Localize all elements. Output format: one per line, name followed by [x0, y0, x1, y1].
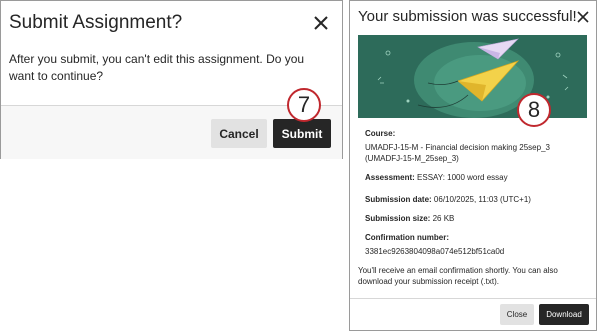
- course-label: Course:: [365, 129, 396, 138]
- submission-size-value: 26 KB: [432, 214, 455, 223]
- confirmation-value: 3381ec9263804098a074e512bf51ca0d: [365, 247, 505, 256]
- submission-success-dialog: Your submission was successful! Course: …: [349, 0, 597, 331]
- confirmation-label: Confirmation number:: [365, 233, 449, 242]
- submission-date-label: Submission date:: [365, 195, 432, 204]
- dialog-title: Submit Assignment?: [9, 12, 183, 33]
- step-callout-8: 8: [517, 93, 551, 127]
- paper-planes-illustration: [358, 35, 587, 118]
- submit-button[interactable]: Submit: [273, 119, 331, 148]
- close-icon[interactable]: [311, 13, 331, 33]
- assessment-label: Assessment:: [365, 173, 415, 182]
- receipt-note: You'll receive an email confirmation sho…: [358, 266, 558, 286]
- close-button[interactable]: Close: [500, 304, 534, 325]
- submission-size-label: Submission size:: [365, 214, 431, 223]
- dialog-message: After you submit, you can't edit this as…: [9, 52, 305, 83]
- assessment-value: ESSAY: 1000 word essay: [417, 173, 508, 182]
- dialog-title: Your submission was successful!: [358, 8, 577, 25]
- course-value: UMADFJ-15-M - Financial decision making …: [365, 143, 550, 163]
- submission-date-value: 06/10/2025, 11:03 (UTC+1): [433, 195, 531, 204]
- step-callout-7: 7: [287, 88, 321, 122]
- cancel-button[interactable]: Cancel: [211, 119, 267, 148]
- download-button[interactable]: Download: [539, 304, 589, 325]
- close-icon[interactable]: [575, 9, 591, 25]
